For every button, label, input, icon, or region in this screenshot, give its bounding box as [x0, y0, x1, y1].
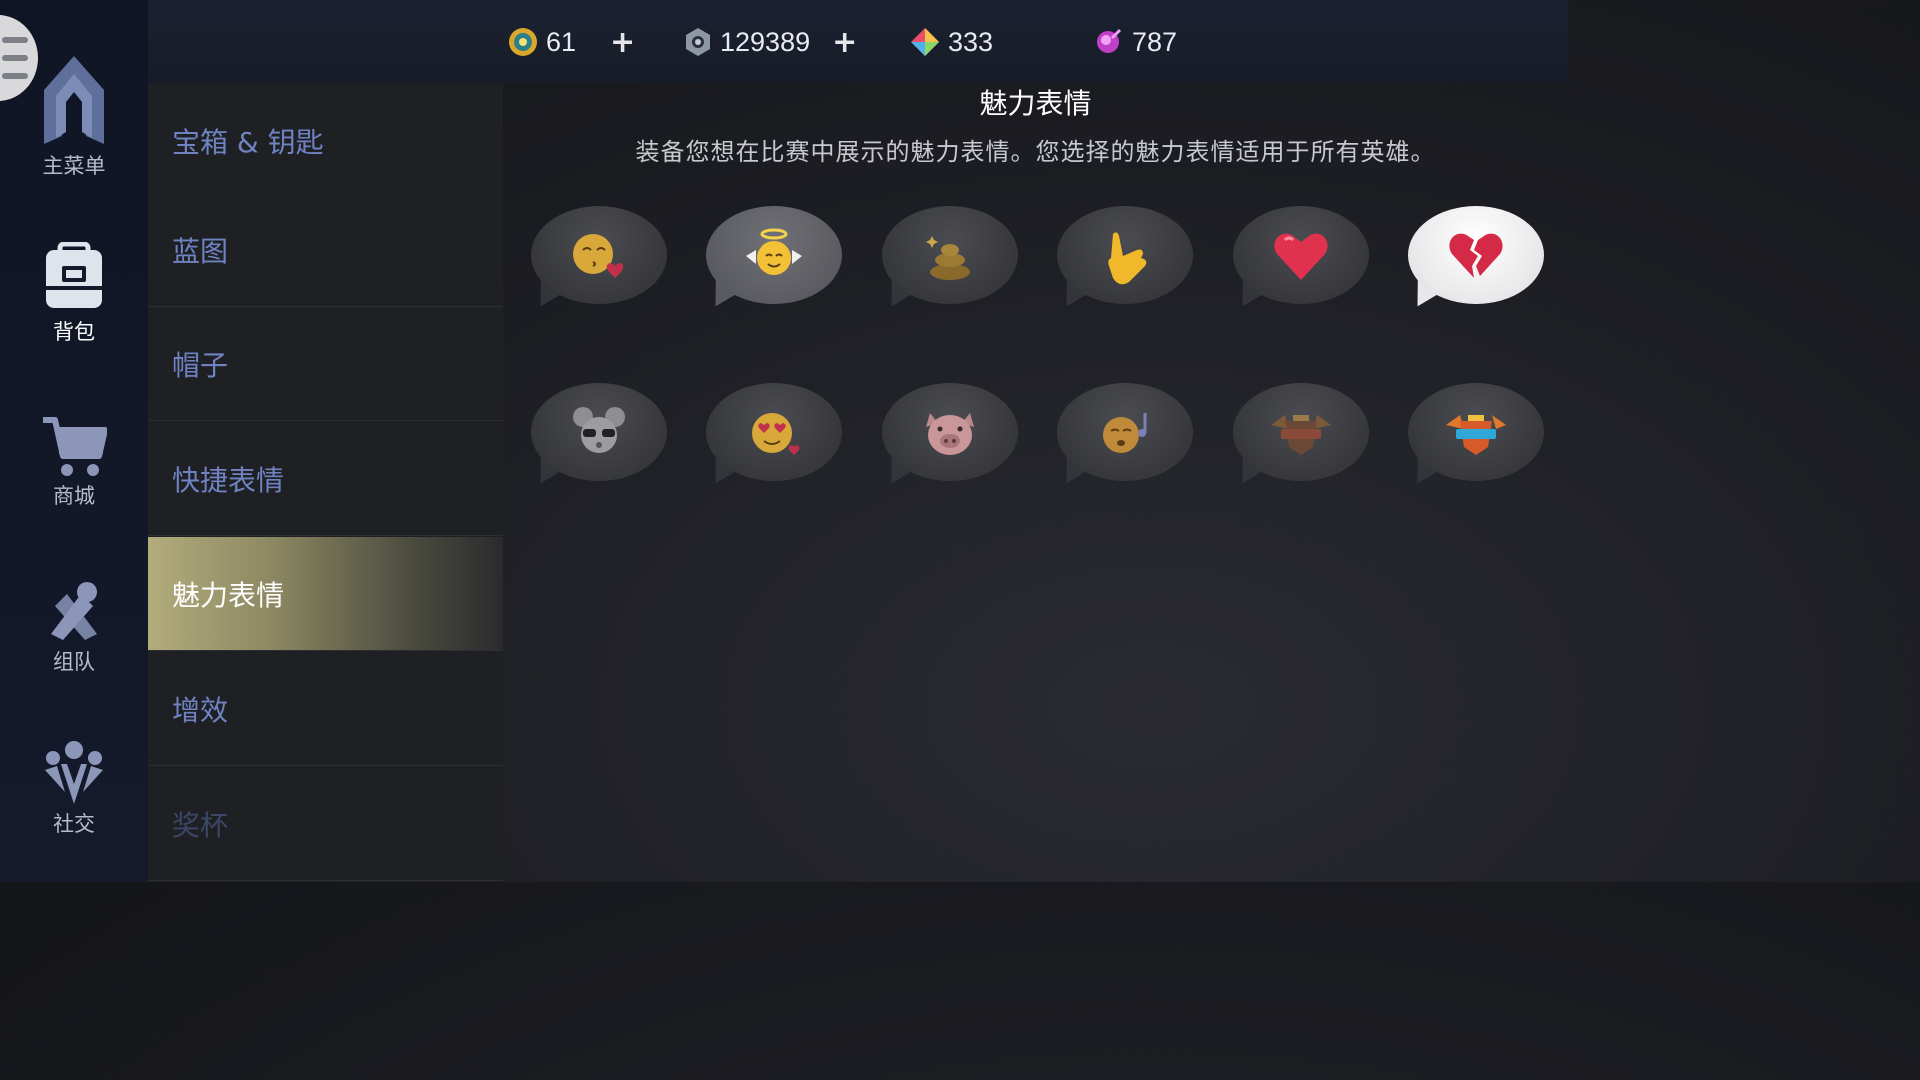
- backpack-icon: [46, 242, 102, 308]
- blue-essence-icon: [686, 28, 710, 56]
- nav-team[interactable]: 组队: [0, 578, 148, 676]
- emote-cvpl-badge[interactable]: [1232, 383, 1371, 493]
- emote-singing[interactable]: [1056, 383, 1195, 493]
- category-label: 宝箱 & 钥匙: [172, 125, 324, 159]
- category-label: 快捷表情: [172, 463, 285, 497]
- page-title: 魅力表情: [979, 87, 1092, 120]
- page-description: 装备您想在比赛中展示的魅力表情。您选择的魅力表情适用于所有英雄。: [635, 138, 1436, 166]
- category-label: 魅力表情: [172, 578, 285, 612]
- broken-heart-icon: [1449, 233, 1503, 278]
- heart-icon: [1274, 233, 1328, 280]
- gold-value: 61: [546, 26, 577, 57]
- left-nav-rail: 主菜单 背包 商城 组队 社交: [0, 0, 148, 882]
- social-icon: [45, 741, 103, 804]
- emote-cvpl-badge-color[interactable]: [1407, 383, 1546, 493]
- nav-main-menu-label: 主菜单: [42, 154, 106, 178]
- nav-social-label: 社交: [53, 812, 95, 836]
- kiss-face-heart-icon: [573, 234, 624, 278]
- orb-icon: [1097, 28, 1122, 53]
- currency-bar: [148, 0, 1568, 84]
- cvpl-2019-badge-icon: [1271, 415, 1331, 455]
- emote-angel[interactable]: [705, 206, 844, 316]
- category-hats[interactable]: 帽子: [148, 307, 503, 421]
- angel-face-icon: [746, 228, 802, 275]
- category-list: 宝箱 & 钥匙 蓝图 帽子 快捷表情 魅力表情 增效 奖杯: [148, 84, 503, 882]
- category-label: 蓝图: [172, 234, 229, 268]
- emote-pig[interactable]: [881, 383, 1020, 493]
- nav-team-label: 组队: [53, 650, 95, 674]
- gems-value: 333: [948, 26, 994, 57]
- singing-face-icon: [1103, 413, 1147, 453]
- team-icon: [51, 582, 97, 640]
- cvpl-2019-badge-color-icon: [1446, 415, 1506, 455]
- add-gold-button[interactable]: +: [610, 25, 635, 60]
- category-label: 帽子: [172, 348, 229, 382]
- currency-orbs: 787: [1092, 22, 1177, 62]
- pig-face-icon: [926, 413, 974, 455]
- category-charm-emotes[interactable]: 魅力表情: [148, 537, 503, 651]
- category-trophies[interactable]: 奖杯: [148, 767, 503, 881]
- emote-heart-eyes[interactable]: [705, 383, 844, 493]
- gold-coin-icon: [509, 28, 537, 56]
- emote-broken-heart[interactable]: [1407, 206, 1546, 316]
- category-label: 增效: [172, 693, 229, 727]
- nav-main-menu[interactable]: 主菜单: [0, 52, 148, 180]
- main-menu-icon: [44, 56, 104, 144]
- orbs-value: 787: [1132, 26, 1178, 57]
- category-quick-emotes[interactable]: 快捷表情: [148, 422, 503, 536]
- currency-blue-essence: 129389 +: [684, 22, 857, 62]
- category-label: 奖杯: [172, 808, 229, 842]
- gem-icon: [911, 28, 939, 56]
- emote-kiss[interactable]: [530, 206, 669, 316]
- poop-icon: [926, 236, 970, 280]
- emote-shaka[interactable]: [1056, 206, 1195, 316]
- shaka-hand-icon: [1108, 232, 1147, 285]
- nav-store-label: 商城: [53, 484, 95, 508]
- currency-gems: 333: [910, 22, 993, 62]
- emote-mouse-sunglasses[interactable]: [530, 383, 669, 493]
- mouse-sunglasses-icon: [573, 407, 625, 453]
- nav-backpack[interactable]: 背包: [0, 242, 148, 346]
- currency-gold: 61 +: [508, 22, 635, 62]
- nav-backpack-label: 背包: [53, 320, 95, 344]
- emote-heart[interactable]: [1232, 206, 1371, 316]
- category-blueprints[interactable]: 蓝图: [148, 193, 503, 307]
- nav-store[interactable]: 商城: [0, 416, 148, 510]
- nav-social[interactable]: 社交: [0, 740, 148, 838]
- emote-poop[interactable]: [881, 206, 1020, 316]
- category-boosts[interactable]: 增效: [148, 652, 503, 766]
- add-blue-essence-button[interactable]: +: [832, 25, 857, 60]
- blue-essence-value: 129389: [720, 26, 811, 57]
- category-chests-keys[interactable]: 宝箱 & 钥匙: [148, 84, 503, 198]
- heart-eyes-face-icon: [752, 413, 800, 455]
- cart-icon: [43, 417, 107, 476]
